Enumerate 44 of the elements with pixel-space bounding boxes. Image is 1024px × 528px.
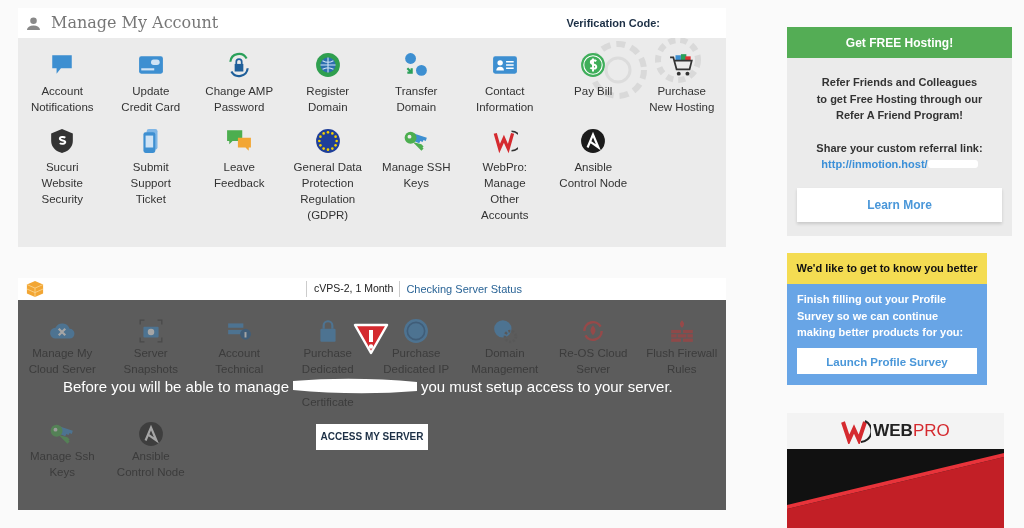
shortcut-link[interactable]: Pay Bill — [549, 52, 638, 116]
shortcut-link[interactable]: Leave Feedback — [195, 127, 284, 224]
shield-icon — [49, 127, 76, 154]
card-header: We'd like to get to know you better — [787, 253, 987, 284]
star-circle-icon — [314, 127, 341, 154]
shopping-cart-icon — [668, 52, 695, 78]
user-icon — [26, 15, 41, 31]
shortcut-link[interactable]: Transfer Domain — [372, 52, 461, 116]
swoosh-logo-icon — [491, 127, 518, 154]
shortcut-link[interactable]: General Data Protection Regulation (GDPR) — [283, 127, 372, 224]
caret-circle-icon — [137, 420, 164, 447]
plan-label: cVPS-2, 1 Month — [306, 281, 401, 297]
circle-icon — [403, 318, 430, 344]
shortcut-link[interactable]: Account Notifications — [18, 52, 107, 116]
globe-badge-icon — [314, 52, 341, 78]
verification-label: Verification Code: — [566, 15, 660, 31]
shortcut-link[interactable]: WebPro: Manage Other Accounts — [460, 127, 549, 224]
dollar-coin-icon — [580, 52, 607, 78]
shortcut-link[interactable]: Manage SSH Keys — [372, 127, 461, 224]
globes-icon — [403, 52, 430, 78]
shortcut-link[interactable]: Ansible Control Node — [549, 127, 638, 224]
panel-title: Manage My Account — [51, 12, 219, 34]
notice-text: you must setup access to your server. — [421, 378, 673, 394]
access-server-button[interactable]: ACCESS MY SERVER — [316, 424, 428, 450]
shortcut-link[interactable]: Contact Information — [460, 52, 549, 116]
notice-text: Before you will be able to manage — [63, 378, 289, 394]
share-label: Share your custom referral link: — [815, 140, 984, 156]
cube-icon — [26, 280, 44, 298]
shortcut-link[interactable]: Purchase New Hosting — [637, 52, 726, 116]
shortcut-link[interactable]: Register Domain — [283, 52, 372, 116]
survey-text: Finish filling out your Profile Survey so we can continue making better products for you: — [796, 292, 965, 340]
promo-text: Refer Friends and Colleagues to get Free Hosting through our Refer A Friend Program! — [815, 75, 984, 123]
warning-icon — [353, 323, 389, 355]
card-header: Get FREE Hosting! — [787, 27, 1012, 58]
brick-wall-flame-icon — [668, 318, 695, 344]
server-status-link[interactable]: Checking Server Status — [400, 280, 522, 298]
shortcut-link[interactable]: Change AMP Password — [195, 52, 284, 116]
shortcut-link[interactable]: Submit Support Ticket — [106, 127, 195, 224]
swoosh-logo-icon — [841, 417, 872, 444]
brand-name: WEBPRO — [873, 419, 950, 442]
camera-icon — [137, 318, 164, 344]
shortcut-link[interactable]: Sucuri Website Security — [18, 127, 107, 224]
shortcut-link[interactable]: Update Credit Card — [106, 52, 195, 116]
caret-circle-icon — [580, 127, 607, 154]
